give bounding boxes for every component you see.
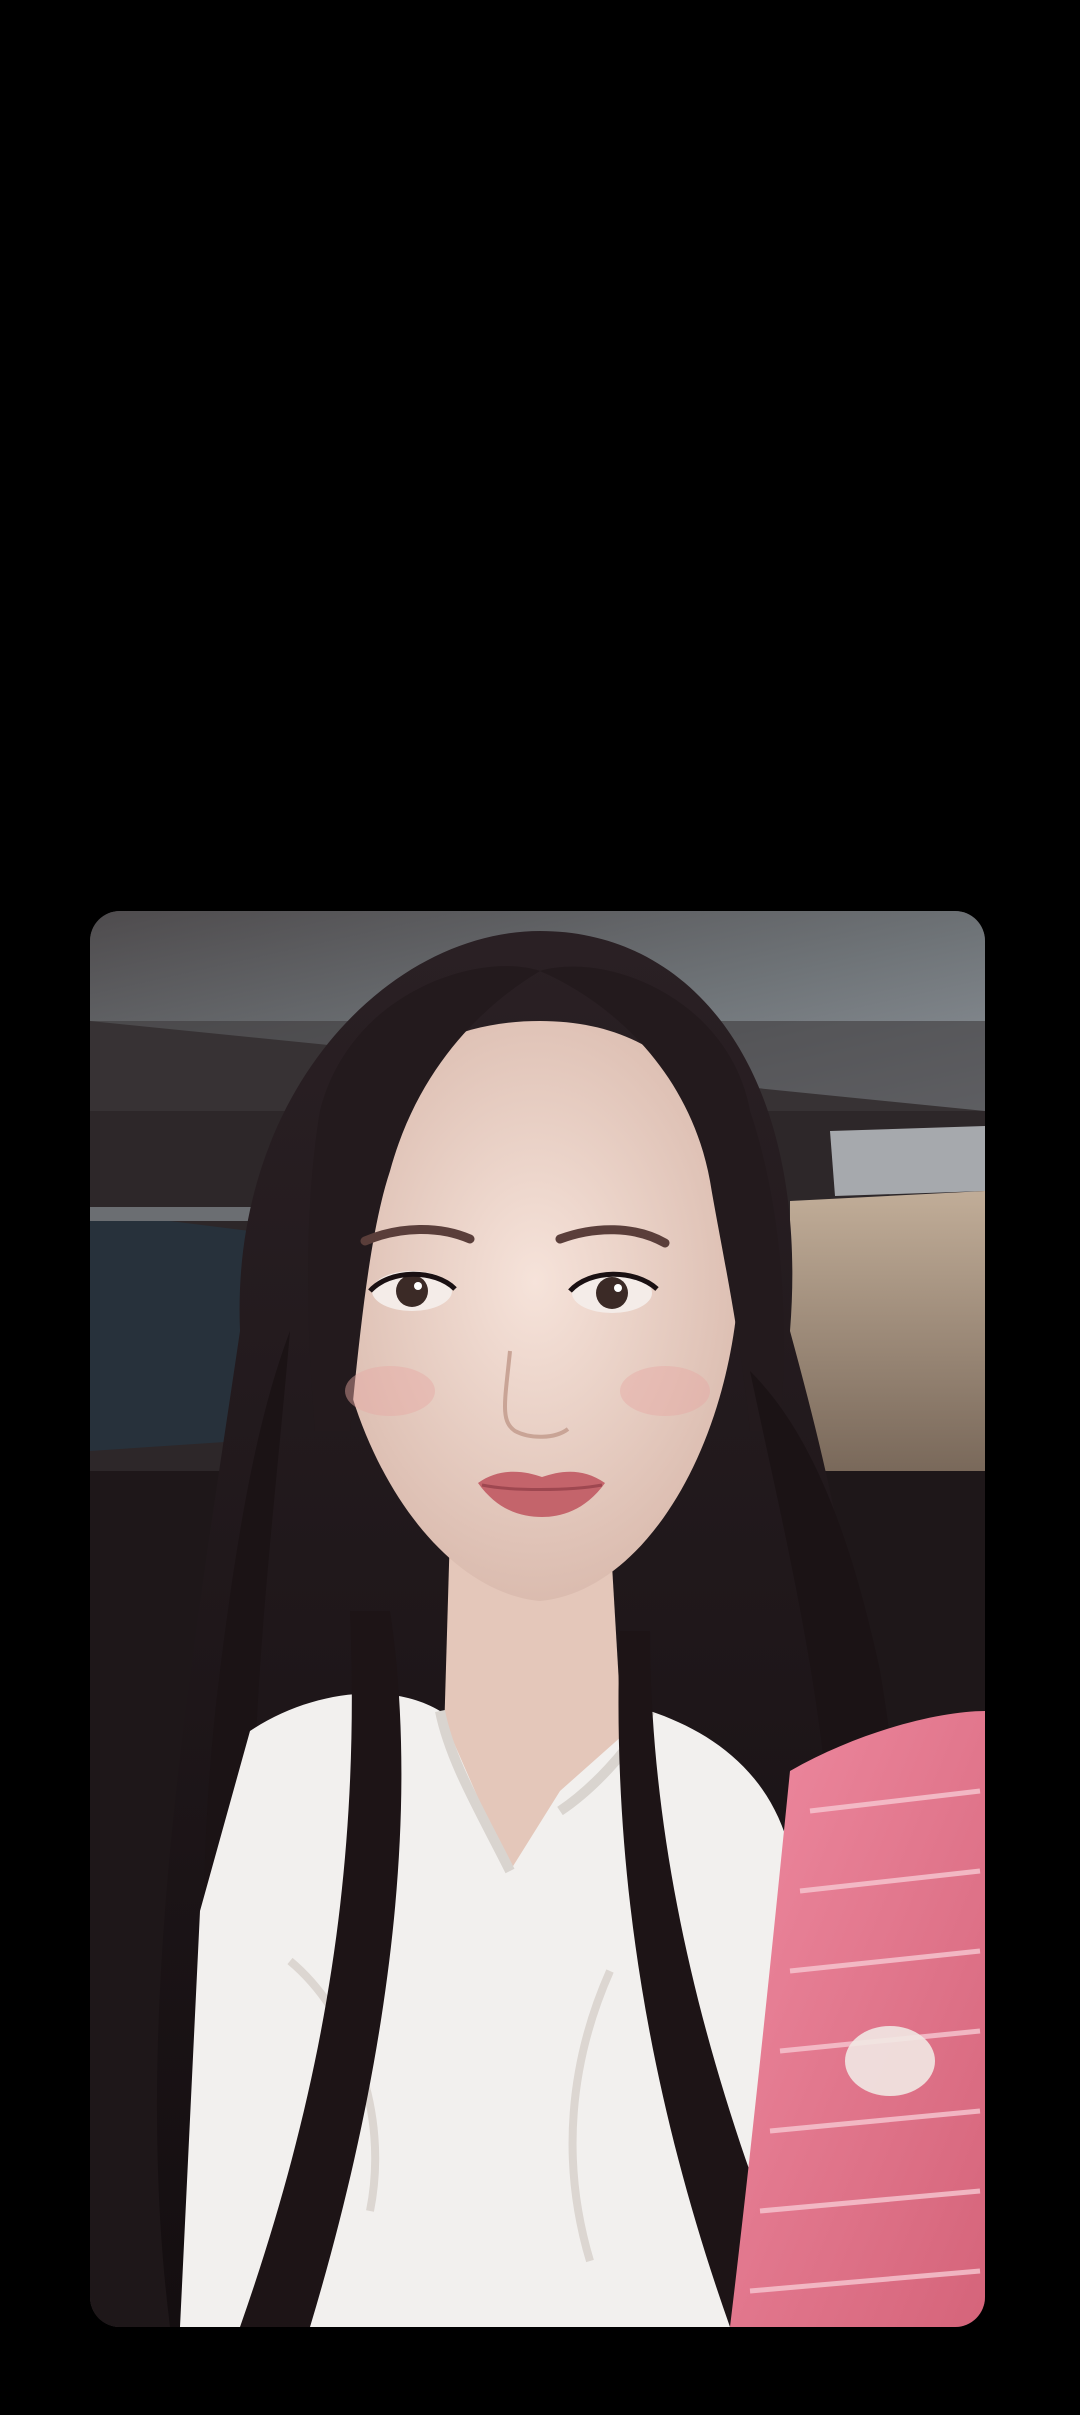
- portrait-photo: [90, 911, 985, 2327]
- photo-viewer: [0, 0, 1080, 2415]
- photo-image[interactable]: [90, 911, 985, 2327]
